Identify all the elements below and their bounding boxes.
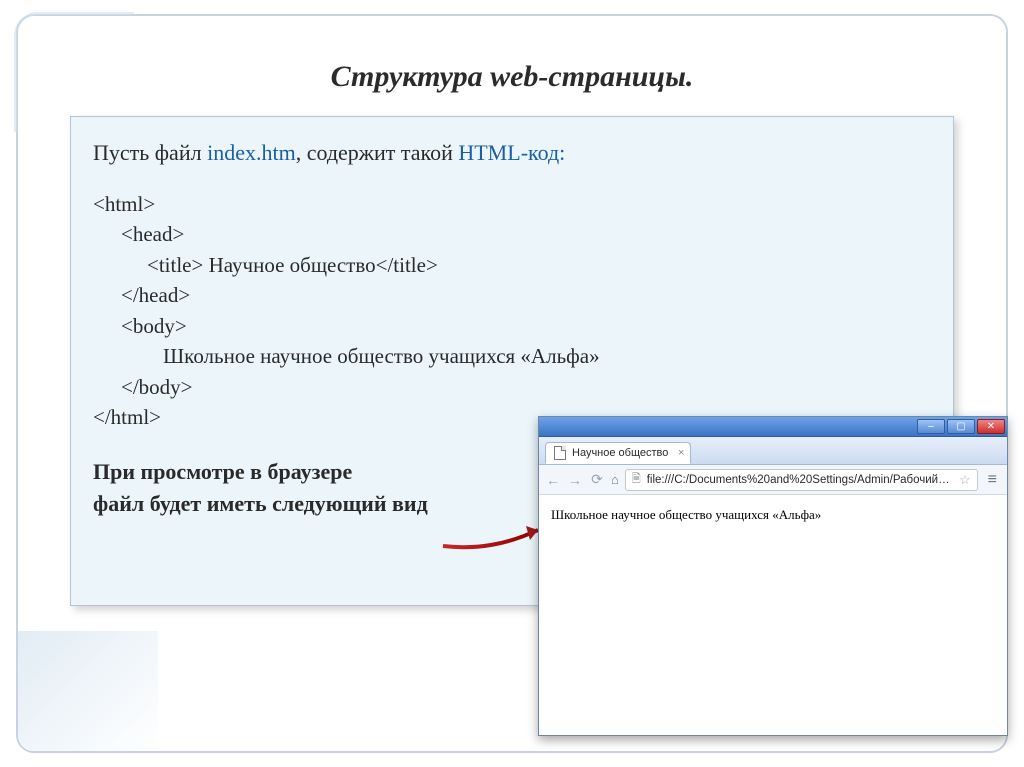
bottom-left-decoration bbox=[18, 631, 158, 751]
intro-text: Пусть файл index.htm, содержит такой HTM… bbox=[93, 137, 931, 169]
intro-html-word: HTML bbox=[458, 140, 520, 165]
slide-title: Структура web-страницы. bbox=[18, 60, 1006, 94]
code-line: </head> bbox=[93, 280, 931, 310]
file-icon: 🗎 bbox=[632, 470, 641, 489]
home-icon[interactable]: ⌂ bbox=[611, 472, 619, 487]
url-text: file:///C:/Documents%20and%20Settings/Ad… bbox=[647, 474, 953, 486]
address-bar[interactable]: 🗎 file:///C:/Documents%20and%20Settings/… bbox=[625, 469, 978, 491]
window-titlebar: – ▢ ✕ bbox=[539, 417, 1007, 437]
bookmark-star-icon[interactable]: ☆ bbox=[959, 472, 971, 488]
browser-toolbar: ← → ⟳ ⌂ 🗎 file:///C:/Documents%20and%20S… bbox=[539, 465, 1007, 495]
reload-icon[interactable]: ⟳ bbox=[589, 471, 605, 488]
intro-mid: , содержит такой bbox=[296, 140, 459, 165]
tab-title: Научное общество bbox=[572, 447, 668, 459]
html-code-example: <html> <head> <title> Научное общество</… bbox=[93, 189, 931, 433]
slide-frame: Структура web-страницы. Пусть файл index… bbox=[16, 14, 1008, 753]
intro-filename: index.htm bbox=[207, 140, 296, 165]
back-icon[interactable]: ← bbox=[545, 472, 561, 488]
code-line: <html> bbox=[93, 189, 931, 219]
browser-window: – ▢ ✕ Научное общество × ← → ⟳ ⌂ 🗎 file:… bbox=[538, 416, 1008, 736]
code-line: <title> Научное общество</title> bbox=[93, 250, 931, 280]
code-line: <head> bbox=[93, 219, 931, 249]
page-body-text: Школьное научное общество учащихся «Альф… bbox=[551, 507, 995, 523]
intro-html-suffix: -код: bbox=[521, 140, 566, 165]
code-line: </body> bbox=[93, 372, 931, 402]
intro-prefix: Пусть файл bbox=[93, 140, 207, 165]
menu-icon[interactable]: ≡ bbox=[984, 471, 1001, 489]
code-line: <body> bbox=[93, 311, 931, 341]
code-title-text: Научное общество bbox=[203, 253, 375, 277]
code-line: Школьное научное общество учащихся «Альф… bbox=[93, 341, 931, 371]
document-icon bbox=[554, 446, 566, 460]
window-minimize-button[interactable]: – bbox=[917, 419, 945, 434]
forward-icon[interactable]: → bbox=[567, 472, 583, 488]
code-tag-open: <title> bbox=[147, 253, 203, 277]
window-maximize-button[interactable]: ▢ bbox=[947, 419, 975, 434]
browser-viewport: Школьное научное общество учащихся «Альф… bbox=[539, 495, 1007, 535]
browser-tabbar: Научное общество × bbox=[539, 437, 1007, 465]
tab-close-icon[interactable]: × bbox=[678, 447, 684, 459]
code-tag-close: </title> bbox=[376, 253, 438, 277]
browser-tab[interactable]: Научное общество × bbox=[545, 442, 691, 464]
window-close-button[interactable]: ✕ bbox=[977, 419, 1005, 434]
